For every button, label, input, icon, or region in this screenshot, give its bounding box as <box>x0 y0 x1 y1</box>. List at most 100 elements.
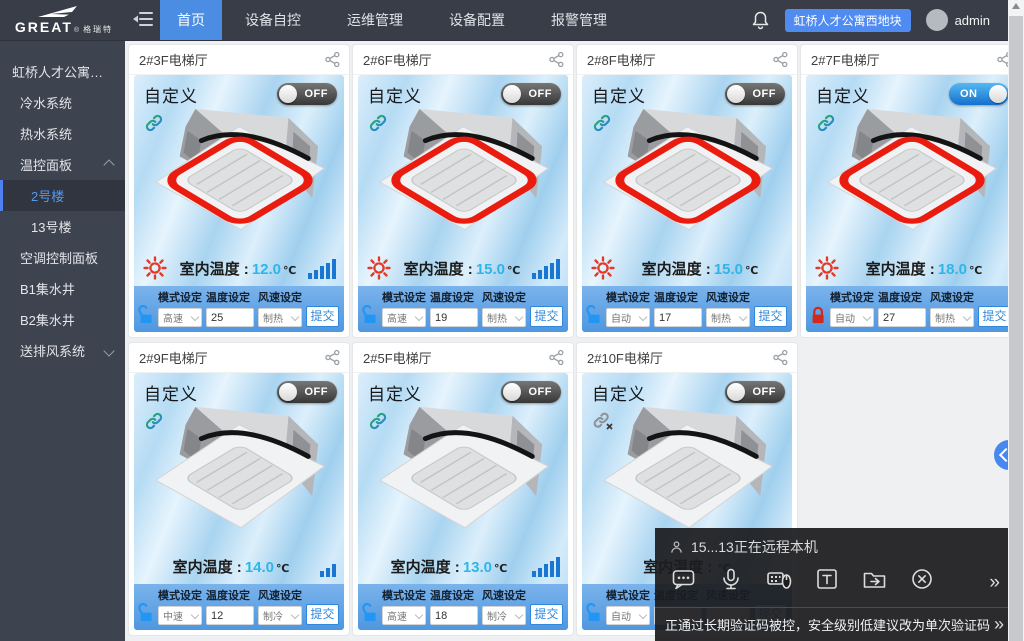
scroll-up-arrow[interactable] <box>1012 3 1020 9</box>
fan-select[interactable]: 制冷 <box>482 606 526 625</box>
mode-select-value: 高速 <box>387 608 416 623</box>
mode-select-value: 中速 <box>163 608 192 623</box>
fan-select[interactable]: 制热 <box>706 308 750 327</box>
chevron-down-icon <box>103 345 114 356</box>
warning-expand-icon[interactable]: » <box>994 614 1004 635</box>
user-menu[interactable]: admin <box>926 9 990 31</box>
signal-bars-icon <box>532 553 560 577</box>
fan-set-label: 风速设定 <box>258 289 302 305</box>
fan-select[interactable]: 制热 <box>930 308 974 327</box>
nav-tab-4[interactable]: 报警管理 <box>534 0 624 40</box>
file-transfer-icon[interactable] <box>862 567 887 591</box>
temperature-label: 室内温度 : <box>391 559 460 576</box>
fan-select-value: 制冷 <box>263 608 292 623</box>
mode-select-value: 高速 <box>387 310 416 325</box>
temperature-value: 14.0 <box>245 559 274 576</box>
temperature-label: 室内温度 : <box>642 261 711 278</box>
lock-toggle[interactable] <box>138 305 155 326</box>
scrollbar-thumb[interactable] <box>1009 16 1023 641</box>
nav-tab-3[interactable]: 设备配置 <box>432 0 522 40</box>
bell-icon[interactable] <box>751 10 770 30</box>
sidebar-item-1[interactable]: 冷水系统 <box>0 87 125 118</box>
remote-status: 15...13正在远程本机 <box>655 528 1008 557</box>
fan-select[interactable]: 制冷 <box>258 606 302 625</box>
nav-tab-1[interactable]: 设备自控 <box>228 0 318 40</box>
submit-button[interactable]: 提交 <box>530 604 563 625</box>
sidebar-item-5[interactable]: 13号楼 <box>0 211 125 242</box>
mode-select[interactable]: 自动 <box>606 606 650 625</box>
submit-button[interactable]: 提交 <box>306 604 339 625</box>
chevron-down-icon <box>415 610 423 618</box>
share-icon[interactable] <box>548 51 565 68</box>
share-icon[interactable] <box>324 349 341 366</box>
mode-select[interactable]: 中速 <box>158 606 202 625</box>
fan-select-value: 制热 <box>935 310 964 325</box>
lock-toggle[interactable] <box>586 603 603 624</box>
mode-select[interactable]: 高速 <box>158 308 202 327</box>
lock-closed-icon <box>810 305 827 326</box>
sidebar-item-label: 13号楼 <box>31 217 71 236</box>
card-title: 2#5F电梯厅 <box>353 348 432 367</box>
indoor-temperature: 室内温度 :13.0℃ <box>366 556 532 577</box>
sidebar-item-9[interactable]: 送排风系统 <box>0 335 125 366</box>
sidebar-item-6[interactable]: 空调控制面板 <box>0 242 125 273</box>
temperature-row: 室内温度 :14.0℃ <box>134 548 344 584</box>
share-icon[interactable] <box>772 349 789 366</box>
share-icon[interactable] <box>548 349 565 366</box>
temp-set-label: 温度设定 <box>878 289 926 305</box>
temperature-input[interactable] <box>878 308 926 327</box>
mode-select[interactable]: 高速 <box>382 606 426 625</box>
sidebar-item-8[interactable]: B2集水井 <box>0 304 125 335</box>
chat-icon[interactable] <box>671 567 696 591</box>
temperature-value: 15.0 <box>714 261 743 278</box>
temperature-input[interactable] <box>206 606 254 625</box>
share-icon[interactable] <box>772 51 789 68</box>
overlay-expand-icon[interactable]: » <box>989 572 1000 594</box>
temperature-input[interactable] <box>654 308 702 327</box>
sidebar-item-7[interactable]: B1集水井 <box>0 273 125 304</box>
fan-set-label: 风速设定 <box>482 587 526 603</box>
chevron-down-icon <box>191 610 199 618</box>
mode-select[interactable]: 自动 <box>830 308 874 327</box>
submit-button[interactable]: 提交 <box>530 306 563 327</box>
card-header: 2#3F电梯厅 <box>129 45 349 75</box>
fan-select[interactable]: 制热 <box>482 308 526 327</box>
project-badge[interactable]: 虹桥人才公寓西地块 <box>785 9 911 32</box>
sidebar-item-0[interactable]: 虹桥人才公寓西地... <box>0 56 125 87</box>
share-icon[interactable] <box>324 51 341 68</box>
lock-toggle[interactable] <box>362 603 379 624</box>
indoor-temperature: 室内温度 :12.0℃ <box>168 258 308 279</box>
heating-sun-icon <box>366 255 392 281</box>
lock-toggle[interactable] <box>138 603 155 624</box>
lock-toggle[interactable] <box>586 305 603 326</box>
sidebar-item-3[interactable]: 温控面板 <box>0 149 125 180</box>
sidebar-item-label: 冷水系统 <box>20 93 72 112</box>
temperature-row: 室内温度 :15.0℃ <box>358 250 568 286</box>
lock-toggle[interactable] <box>362 305 379 326</box>
controls-strip: 模式设定 高速 温度设定 风速设定 制冷 <box>358 584 568 630</box>
temperature-input[interactable] <box>430 606 478 625</box>
submit-button[interactable]: 提交 <box>306 306 339 327</box>
mode-select[interactable]: 高速 <box>382 308 426 327</box>
sidebar-item-label: 虹桥人才公寓西地... <box>12 62 108 81</box>
sidebar-item-4[interactable]: 2号楼 <box>0 180 125 211</box>
fan-select[interactable]: 制热 <box>258 308 302 327</box>
vertical-scrollbar[interactable] <box>1008 0 1024 641</box>
lock-open-icon <box>586 603 603 624</box>
temperature-input[interactable] <box>430 308 478 327</box>
microphone-icon[interactable] <box>719 567 743 591</box>
submit-button[interactable]: 提交 <box>754 306 787 327</box>
temperature-label: 室内温度 : <box>173 559 242 576</box>
sidebar-item-2[interactable]: 热水系统 <box>0 118 125 149</box>
temperature-label: 室内温度 : <box>404 261 473 278</box>
submit-button[interactable]: 提交 <box>978 306 1011 327</box>
lock-toggle[interactable] <box>810 305 827 326</box>
remote-input-icon[interactable] <box>766 567 792 591</box>
menu-fold-icon[interactable] <box>132 8 154 33</box>
nav-tab-2[interactable]: 运维管理 <box>330 0 420 40</box>
mode-select[interactable]: 自动 <box>606 308 650 327</box>
text-input-icon[interactable] <box>815 567 839 591</box>
temperature-input[interactable] <box>206 308 254 327</box>
disconnect-icon[interactable] <box>910 567 934 591</box>
nav-tab-0[interactable]: 首页 <box>160 0 222 40</box>
